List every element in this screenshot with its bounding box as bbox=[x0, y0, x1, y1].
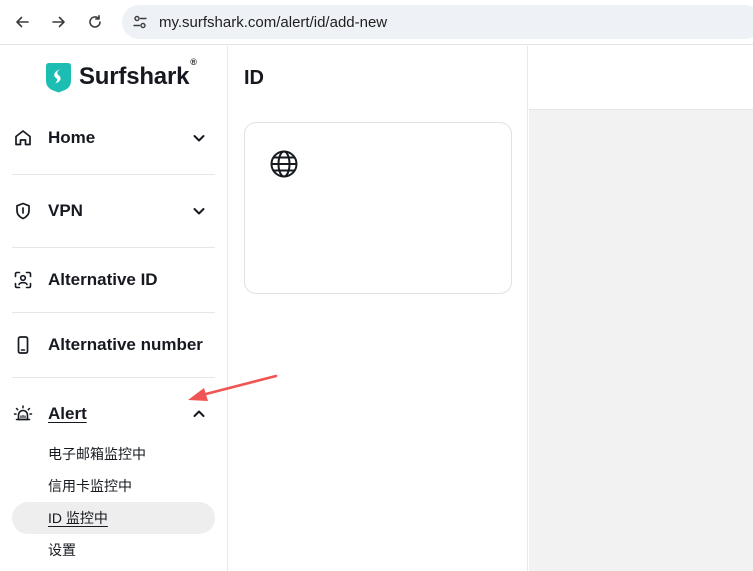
id-option-card[interactable] bbox=[244, 122, 512, 294]
registered-mark: ® bbox=[190, 57, 197, 67]
sidebar-item-alternative-id[interactable]: Alternative ID bbox=[12, 268, 215, 292]
sidebar-item-home[interactable]: Home bbox=[12, 126, 215, 150]
detail-panel bbox=[529, 110, 753, 571]
logo-wordmark: Surfshark® bbox=[79, 57, 197, 91]
arrow-right-icon bbox=[52, 16, 65, 28]
chevron-down-icon[interactable] bbox=[191, 203, 207, 219]
reload-icon bbox=[89, 15, 101, 28]
phone-icon bbox=[12, 334, 34, 356]
tune-icon bbox=[133, 15, 147, 29]
address-bar[interactable]: my.surfshark.com/alert/id/add-new bbox=[122, 5, 753, 39]
sub-item-settings[interactable]: 设置 bbox=[12, 534, 215, 566]
globe-icon bbox=[270, 150, 298, 178]
sidebar-item-alternative-number[interactable]: Alternative number bbox=[12, 333, 215, 357]
sub-item-id-monitoring[interactable]: ID 监控中 bbox=[12, 502, 215, 534]
detail-header bbox=[529, 46, 753, 110]
shield-icon bbox=[12, 200, 34, 222]
reload-button[interactable] bbox=[82, 9, 108, 35]
browser-toolbar: my.surfshark.com/alert/id/add-new bbox=[0, 0, 753, 45]
divider bbox=[12, 377, 215, 378]
user-scan-icon bbox=[12, 269, 34, 291]
sidebar-item-vpn[interactable]: VPN bbox=[12, 199, 215, 223]
sub-item-label: 信用卡监控中 bbox=[48, 478, 132, 494]
forward-button[interactable] bbox=[46, 9, 72, 35]
alarm-icon bbox=[12, 403, 34, 425]
logo-name: Surfshark bbox=[79, 63, 190, 90]
divider bbox=[12, 312, 215, 313]
sub-item-label: 电子邮箱监控中 bbox=[48, 446, 146, 462]
chevron-down-icon[interactable] bbox=[191, 130, 207, 146]
sub-item-label: ID 监控中 bbox=[48, 510, 108, 526]
divider bbox=[12, 174, 215, 175]
sub-item-label: 设置 bbox=[48, 542, 76, 558]
surfshark-logo-icon bbox=[46, 63, 71, 93]
sidebar-item-label: Home bbox=[48, 128, 96, 147]
sidebar: Surfshark® Home VPN Alternative ID Alter… bbox=[0, 46, 228, 571]
sidebar-item-label: Alternative number bbox=[48, 335, 203, 354]
surfshark-logo[interactable]: Surfshark® bbox=[45, 57, 197, 93]
home-icon bbox=[12, 127, 34, 149]
back-button[interactable] bbox=[9, 9, 35, 35]
sidebar-item-label: VPN bbox=[48, 201, 83, 220]
sub-item-credit-card-monitoring[interactable]: 信用卡监控中 bbox=[12, 470, 215, 502]
sidebar-item-alert[interactable]: Alert bbox=[12, 402, 215, 426]
chevron-up-icon[interactable] bbox=[191, 406, 207, 422]
page-title: ID bbox=[244, 67, 264, 89]
sub-item-email-monitoring[interactable]: 电子邮箱监控中 bbox=[12, 438, 215, 470]
main-panel: ID bbox=[229, 46, 528, 571]
divider bbox=[12, 247, 215, 248]
url-text[interactable]: my.surfshark.com/alert/id/add-new bbox=[159, 14, 387, 31]
sidebar-item-label: Alternative ID bbox=[48, 270, 158, 289]
site-info-button[interactable] bbox=[125, 7, 155, 37]
arrow-left-icon bbox=[16, 16, 29, 28]
sidebar-item-label: Alert bbox=[48, 404, 87, 423]
